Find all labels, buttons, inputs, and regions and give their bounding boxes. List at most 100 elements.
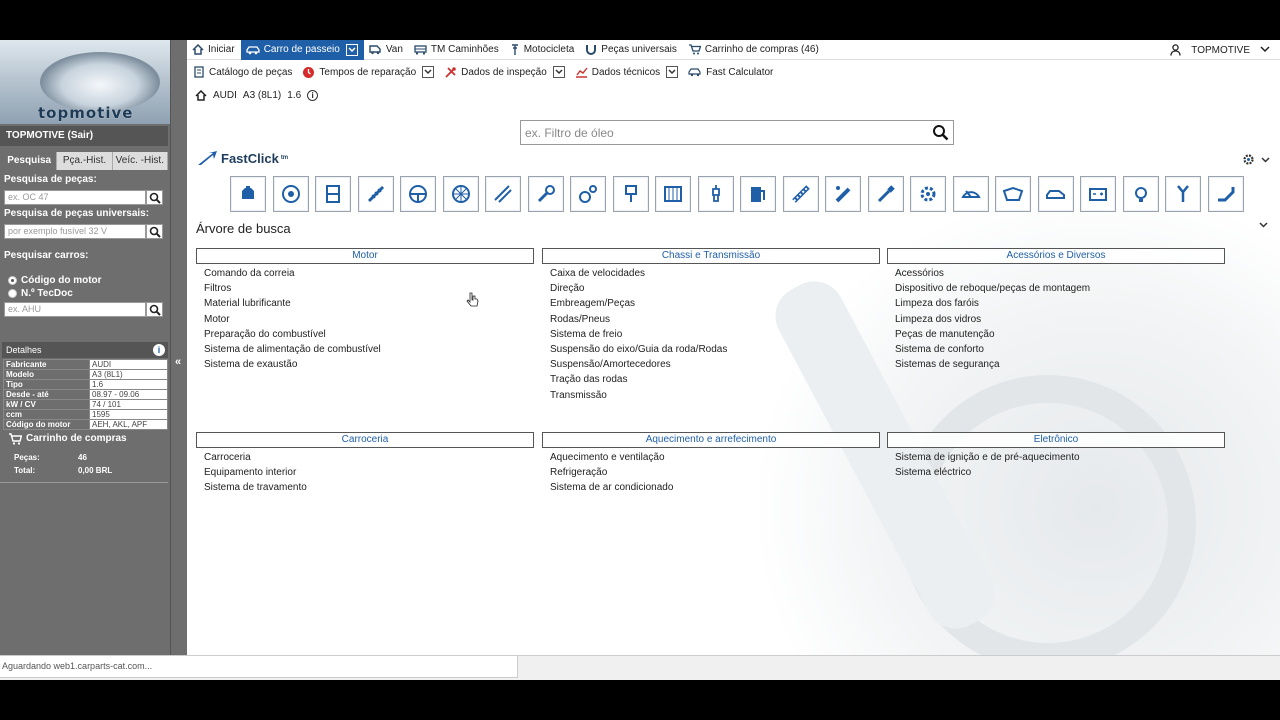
category-item[interactable]: Sistema de conforto: [887, 342, 1225, 357]
fastclick-button[interactable]: [825, 176, 861, 212]
universal-search-button[interactable]: [146, 224, 163, 239]
category-item[interactable]: Tração das rodas: [542, 372, 880, 387]
user-menu[interactable]: TOPMOTIVE: [1170, 40, 1270, 60]
category-item[interactable]: Sistema de travamento: [196, 480, 534, 495]
category-header[interactable]: Chassi e Transmissão: [542, 248, 880, 264]
category-item[interactable]: Sistema de ar condicionado: [542, 480, 880, 495]
nav-inspection[interactable]: Dados de inspeção: [438, 62, 569, 82]
radio-engine-code[interactable]: Código do motor: [8, 275, 102, 286]
category-item[interactable]: Sistema de exaustão: [196, 357, 534, 372]
fastclick-button[interactable]: [1207, 176, 1244, 212]
category-item[interactable]: Suspensão/Amortecedores: [542, 357, 880, 372]
car-search-button[interactable]: [146, 302, 163, 317]
category-item[interactable]: Rodas/Pneus: [542, 312, 880, 327]
nav-cart[interactable]: Carrinho de compras (46): [683, 40, 825, 60]
search-icon[interactable]: [932, 124, 949, 141]
fastclick-button[interactable]: [655, 176, 691, 212]
fastclick-button[interactable]: [485, 176, 521, 212]
vehicle-model[interactable]: A3 (8L1): [243, 90, 281, 101]
fastclick-button[interactable]: [527, 176, 564, 212]
category-item[interactable]: Embreagem/Peças: [542, 296, 880, 311]
category-item[interactable]: Direção: [542, 281, 880, 296]
info-icon[interactable]: i: [153, 344, 165, 356]
tab-parts-history[interactable]: Pça.-Hist.: [57, 152, 113, 170]
category-item[interactable]: Equipamento interior: [196, 465, 534, 480]
chevron-down-icon[interactable]: [1259, 222, 1268, 228]
category-item[interactable]: Comando da correia: [196, 266, 534, 281]
nav-repair-times[interactable]: Tempos de reparação: [296, 62, 438, 82]
collapse-icon[interactable]: «: [175, 356, 181, 368]
fastclick-button[interactable]: [782, 176, 819, 212]
category-item[interactable]: Sistema eléctrico: [887, 465, 1225, 480]
vehicle-engine[interactable]: 1.6: [287, 90, 301, 101]
info-icon[interactable]: i: [307, 89, 319, 101]
fastclick-button[interactable]: [1122, 176, 1159, 212]
user-logout-link[interactable]: TOPMOTIVE (Sair): [0, 126, 168, 146]
category-item[interactable]: Preparação do combustível: [196, 327, 534, 342]
fastclick-button[interactable]: [357, 176, 394, 212]
fastclick-button[interactable]: [315, 176, 351, 212]
car-search-input[interactable]: ex. AHU: [4, 302, 146, 317]
category-item[interactable]: Limpeza dos vidros: [887, 312, 1225, 327]
home-icon[interactable]: [195, 89, 207, 101]
radio-tecdoc[interactable]: N.º TecDoc: [8, 288, 73, 299]
nav-catalog[interactable]: Catálogo de peças: [187, 62, 296, 82]
fastclick-button[interactable]: [697, 176, 734, 212]
category-header[interactable]: Acessórios e Diversos: [887, 248, 1225, 264]
category-item[interactable]: Acessórios: [887, 266, 1225, 281]
chevron-down-icon[interactable]: [1261, 156, 1270, 163]
category-item[interactable]: Filtros: [196, 281, 534, 296]
category-header[interactable]: Motor: [196, 248, 534, 264]
fastclick-button[interactable]: [995, 176, 1031, 212]
fastclick-button[interactable]: [1080, 176, 1116, 212]
chevron-down-icon[interactable]: [345, 43, 358, 56]
radio-button[interactable]: [8, 276, 17, 285]
filter-input[interactable]: [521, 121, 921, 144]
category-item[interactable]: Material lubrificante: [196, 296, 534, 311]
category-item[interactable]: Refrigeração: [542, 465, 880, 480]
fastclick-button[interactable]: [910, 176, 946, 212]
filter-search-box[interactable]: [520, 120, 954, 145]
tab-vehicle-history[interactable]: Veíc. -Hist.: [113, 152, 168, 170]
chevron-down-icon[interactable]: [1260, 45, 1270, 56]
universal-search-input[interactable]: por exemplo fusível 32 V: [4, 224, 146, 239]
category-item[interactable]: Sistema de alimentação de combustível: [196, 342, 534, 357]
radio-button[interactable]: [8, 289, 17, 298]
nav-truck[interactable]: TM Caminhões: [409, 40, 505, 60]
fastclick-button[interactable]: [400, 176, 436, 212]
parts-search-button[interactable]: [146, 190, 163, 205]
category-item[interactable]: Suspensão do eixo/Guia da roda/Rodas: [542, 342, 880, 357]
category-item[interactable]: Caixa de velocidades: [542, 266, 880, 281]
chevron-down-icon[interactable]: [666, 66, 679, 78]
nav-fast-calc[interactable]: Fast Calculator: [682, 62, 777, 82]
category-item[interactable]: Carroceria: [196, 450, 534, 465]
category-item[interactable]: Peças de manutenção: [887, 327, 1225, 342]
category-item[interactable]: Motor: [196, 312, 534, 327]
fastclick-settings[interactable]: [1242, 153, 1270, 166]
vehicle-make[interactable]: AUDI: [213, 90, 237, 101]
fastclick-button[interactable]: [570, 176, 606, 212]
category-item[interactable]: Dispositivo de reboque/peças de montagem: [887, 281, 1225, 296]
chevron-down-icon[interactable]: [552, 66, 565, 78]
fastclick-button[interactable]: [612, 176, 649, 212]
fastclick-button[interactable]: [1037, 176, 1074, 212]
category-item[interactable]: Aquecimento e ventilação: [542, 450, 880, 465]
category-header[interactable]: Carroceria: [196, 432, 534, 448]
nav-home[interactable]: Iniciar: [187, 40, 241, 60]
chevron-down-icon[interactable]: [422, 66, 435, 78]
fastclick-button[interactable]: [272, 176, 309, 212]
category-item[interactable]: Sistema de ignição e de pré-aquecimento: [887, 450, 1225, 465]
fastclick-button[interactable]: [1165, 176, 1201, 212]
tab-pesquisa[interactable]: Pesquisa: [2, 152, 58, 170]
nav-universal[interactable]: Peças universais: [580, 40, 683, 60]
parts-search-input[interactable]: ex. OC 47: [4, 190, 146, 205]
category-item[interactable]: Sistema de freio: [542, 327, 880, 342]
fastclick-button[interactable]: [740, 176, 776, 212]
brand-logo[interactable]: topmotive: [0, 40, 170, 124]
category-item[interactable]: Sistemas de segurança: [887, 357, 1225, 372]
nav-moto[interactable]: Motocicleta: [505, 40, 581, 60]
fastclick-button[interactable]: [867, 176, 904, 212]
category-item[interactable]: Limpeza dos faróis: [887, 296, 1225, 311]
fastclick-button[interactable]: [230, 176, 266, 212]
nav-van[interactable]: Van: [364, 40, 409, 60]
